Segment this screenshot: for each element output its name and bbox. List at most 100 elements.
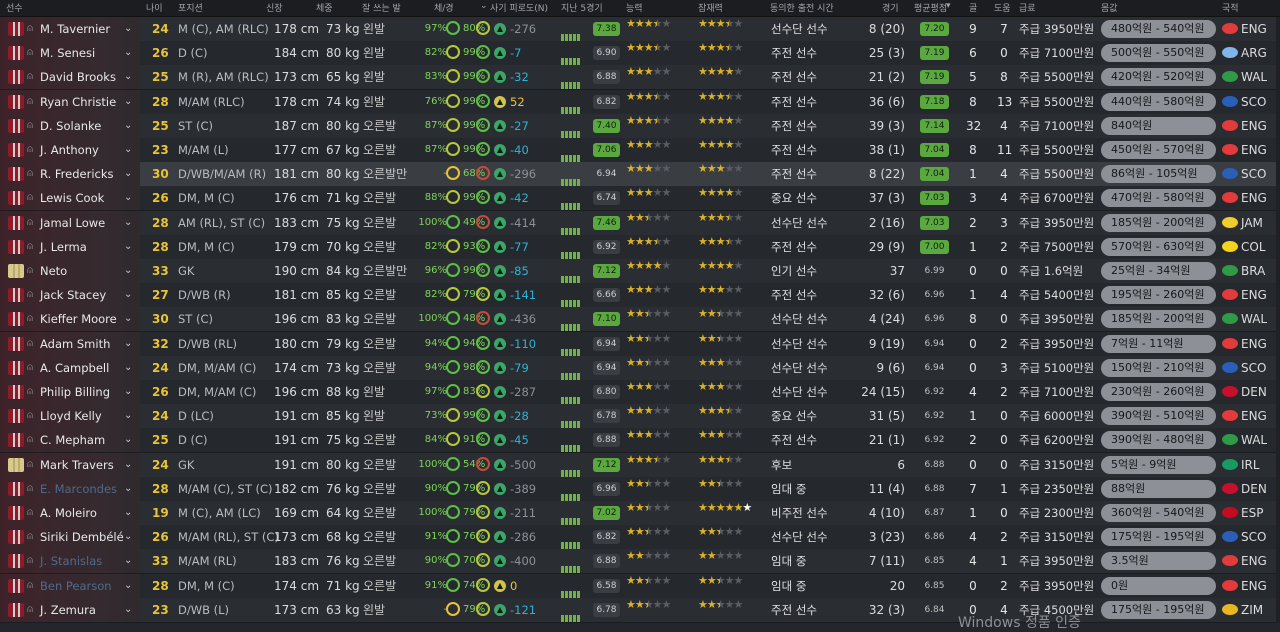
- chevron-down-icon[interactable]: ⌄: [124, 17, 132, 41]
- player-cell[interactable]: ⍝ J. Zemura ⌄: [0, 597, 140, 622]
- header-position[interactable]: 포지션: [178, 1, 203, 14]
- player-name[interactable]: David Brooks: [40, 65, 116, 89]
- player-cell[interactable]: ⍝ Kieffer Moore ⌄: [0, 307, 140, 332]
- table-row[interactable]: ⍝ J. Zemura ⌄ 23 D/WB (L) 173 cm 63 kg 왼발 -79% ▲ -…: [0, 597, 1280, 623]
- chevron-down-icon[interactable]: ⌄: [124, 574, 132, 598]
- chevron-down-icon[interactable]: ⌄: [124, 90, 132, 114]
- player-cell[interactable]: ⍝ Lewis Cook ⌄: [0, 186, 140, 211]
- table-row[interactable]: ⍝ Neto ⌄ 33 GK 190 cm 84 kg 오른발만 96% 99% ▲ -85 7.12 ★…: [0, 259, 1280, 284]
- sort-down-icon[interactable]: ⌄: [480, 1, 488, 11]
- player-name[interactable]: Jack Stacey: [40, 283, 106, 307]
- table-row[interactable]: ⍝ Lewis Cook ⌄ 26 DM, M (C) 176 cm 71 kg 오른발 88%…: [0, 186, 1280, 212]
- chevron-down-icon[interactable]: ⌄: [124, 162, 132, 186]
- chevron-down-icon[interactable]: ⌄: [124, 428, 132, 452]
- player-cell[interactable]: ⍝ A. Campbell ⌄: [0, 355, 140, 380]
- player-cell[interactable]: ⍝ Neto ⌄: [0, 259, 140, 283]
- player-name[interactable]: Ben Pearson: [40, 574, 112, 598]
- table-row[interactable]: ⍝ A. Campbell ⌄ 24 DM, M/AM (C) 174 cm 73 kg 오른…: [0, 355, 1280, 381]
- player-name[interactable]: Adam Smith: [40, 332, 110, 356]
- table-row[interactable]: ⍝ Jamal Lowe ⌄ 28 AM (RL), ST (C) 183 cm 75 kg…: [0, 210, 1280, 236]
- table-row[interactable]: ⍝ Lloyd Kelly ⌄ 24 D (LC) 191 cm 85 kg 왼발 73% 99%…: [0, 404, 1280, 430]
- header-ability[interactable]: 능력: [626, 1, 643, 14]
- header-assists[interactable]: 도움: [994, 1, 1011, 14]
- scrollbar[interactable]: [1276, 17, 1280, 623]
- header-foot[interactable]: 잘 쓰는 발: [362, 1, 401, 14]
- player-name[interactable]: Neto: [40, 259, 67, 283]
- table-row[interactable]: ⍝ D. Solanke ⌄ 25 ST (C) 187 cm 80 kg 오른발 87% 99%…: [0, 113, 1280, 139]
- player-cell[interactable]: ⍝ Ryan Christie ⌄: [0, 89, 140, 114]
- chevron-down-icon[interactable]: ⌄: [124, 525, 132, 549]
- chevron-down-icon[interactable]: ⌄: [124, 259, 132, 283]
- table-row[interactable]: ⍝ Philip Billing ⌄ 26 DM, M/AM (C) 196 cm 88 k…: [0, 380, 1280, 405]
- chevron-down-icon[interactable]: ⌄: [124, 65, 132, 89]
- header-playing-time[interactable]: 동의한 출전 시간: [770, 1, 834, 14]
- table-row[interactable]: ⍝ R. Fredericks ⌄ 30 D/WB/M/AM (R) 181 cm 80 k…: [0, 162, 1280, 188]
- player-name[interactable]: J. Stanislas: [40, 549, 102, 573]
- player-name[interactable]: Jamal Lowe: [40, 211, 105, 235]
- sort-active-icon[interactable]: ▾: [946, 1, 951, 11]
- table-row[interactable]: ⍝ C. Mepham ⌄ 25 D (C) 191 cm 75 kg 오른발 84% 91% ▲ -…: [0, 428, 1280, 454]
- header-potential[interactable]: 잠재력: [698, 1, 723, 14]
- player-name[interactable]: Siriki Dembélé: [40, 525, 124, 549]
- player-name[interactable]: A. Moleiro: [40, 501, 97, 525]
- player-cell[interactable]: ⍝ J. Lerma ⌄: [0, 234, 140, 259]
- chevron-down-icon[interactable]: ⌄: [124, 453, 132, 477]
- player-cell[interactable]: ⍝ J. Stanislas ⌄: [0, 549, 140, 574]
- header-form[interactable]: 지난 5경기: [561, 1, 603, 14]
- player-cell[interactable]: ⍝ Jack Stacey ⌄: [0, 283, 140, 308]
- table-row[interactable]: ⍝ M. Tavernier ⌄ 24 M (C), AM (RLC) 178 cm 73 …: [0, 17, 1280, 42]
- player-cell[interactable]: ⍝ J. Anthony ⌄: [0, 138, 140, 162]
- table-row[interactable]: ⍝ Siriki Dembélé ⌄ 26 M/AM (RL), ST (C) 173 c…: [0, 525, 1280, 551]
- table-row[interactable]: ⍝ J. Stanislas ⌄ 33 M/AM (RL) 183 cm 76 kg 오른발 9…: [0, 549, 1280, 575]
- chevron-down-icon[interactable]: ⌄: [124, 283, 132, 307]
- player-cell[interactable]: ⍝ A. Moleiro ⌄: [0, 501, 140, 525]
- header-goals[interactable]: 골: [969, 1, 977, 14]
- player-name[interactable]: Lewis Cook: [40, 186, 104, 210]
- table-row[interactable]: ⍝ A. Moleiro ⌄ 19 M (C), AM (LC) 169 cm 64 kg 오…: [0, 501, 1280, 526]
- table-row[interactable]: ⍝ J. Lerma ⌄ 28 DM, M (C) 179 cm 70 kg 오른발 82% 93…: [0, 234, 1280, 260]
- table-row[interactable]: ⍝ Kieffer Moore ⌄ 30 ST (C) 196 cm 83 kg 오른발 100…: [0, 307, 1280, 333]
- player-name[interactable]: C. Mepham: [40, 428, 105, 452]
- chevron-down-icon[interactable]: ⌄: [124, 501, 132, 525]
- chevron-down-icon[interactable]: ⌄: [124, 404, 132, 428]
- player-name[interactable]: Mark Travers: [40, 453, 114, 477]
- player-cell[interactable]: ⍝ C. Mepham ⌄: [0, 428, 140, 453]
- header-avg-rating[interactable]: 평균평점: [914, 1, 947, 14]
- chevron-down-icon[interactable]: ⌄: [124, 138, 132, 162]
- chevron-down-icon[interactable]: ⌄: [124, 356, 132, 380]
- player-cell[interactable]: ⍝ M. Tavernier ⌄: [0, 17, 140, 41]
- player-name[interactable]: E. Marcondes: [40, 477, 117, 501]
- player-name[interactable]: J. Lerma: [40, 235, 87, 259]
- player-name[interactable]: M. Senesi: [40, 41, 95, 65]
- chevron-down-icon[interactable]: ⌄: [124, 307, 132, 331]
- player-name[interactable]: Lloyd Kelly: [40, 404, 102, 428]
- table-row[interactable]: ⍝ David Brooks ⌄ 25 M (R), AM (RLC) 173 cm 65 …: [0, 65, 1280, 91]
- chevron-down-icon[interactable]: ⌄: [124, 332, 132, 356]
- player-cell[interactable]: ⍝ E. Marcondes ⌄: [0, 476, 140, 501]
- player-cell[interactable]: ⍝ D. Solanke ⌄: [0, 113, 140, 138]
- header-apps[interactable]: 경기: [882, 1, 899, 14]
- player-cell[interactable]: ⍝ Siriki Dembélé ⌄: [0, 525, 140, 550]
- header-weight[interactable]: 체중: [316, 1, 333, 14]
- chevron-down-icon[interactable]: ⌄: [124, 211, 132, 235]
- header-nationality[interactable]: 국적: [1222, 1, 1239, 14]
- header-wage[interactable]: 급료: [1019, 1, 1036, 14]
- player-name[interactable]: M. Tavernier: [40, 17, 110, 41]
- table-row[interactable]: ⍝ E. Marcondes ⌄ 28 M/AM (C), ST (C) 182 cm 76…: [0, 476, 1280, 502]
- player-name[interactable]: J. Zemura: [40, 598, 96, 622]
- player-name[interactable]: R. Fredericks: [40, 162, 114, 186]
- table-row[interactable]: ⍝ J. Anthony ⌄ 23 M/AM (L) 177 cm 67 kg 오른발 87% 9…: [0, 138, 1280, 163]
- chevron-down-icon[interactable]: ⌄: [124, 477, 132, 501]
- header-player[interactable]: 선수: [6, 1, 23, 14]
- chevron-down-icon[interactable]: ⌄: [124, 186, 132, 210]
- player-cell[interactable]: ⍝ M. Senesi ⌄: [0, 41, 140, 66]
- player-cell[interactable]: ⍝ R. Fredericks ⌄: [0, 162, 140, 187]
- table-row[interactable]: ⍝ Ben Pearson ⌄ 28 DM, M (C) 174 cm 71 kg 오른발 91…: [0, 573, 1280, 599]
- table-row[interactable]: ⍝ M. Senesi ⌄ 26 D (C) 184 cm 80 kg 왼발 82% 99% ▲ -7…: [0, 41, 1280, 67]
- table-row[interactable]: ⍝ Mark Travers ⌄ 24 GK 191 cm 80 kg 오른발 100% 54% ▲…: [0, 452, 1280, 478]
- player-name[interactable]: Philip Billing: [40, 380, 110, 404]
- table-row[interactable]: ⍝ Ryan Christie ⌄ 28 M/AM (RLC) 178 cm 74 kg 왼발…: [0, 89, 1280, 115]
- player-name[interactable]: Ryan Christie: [40, 90, 116, 114]
- header-height[interactable]: 신장: [266, 1, 283, 14]
- header-condition[interactable]: 체/경: [434, 1, 454, 14]
